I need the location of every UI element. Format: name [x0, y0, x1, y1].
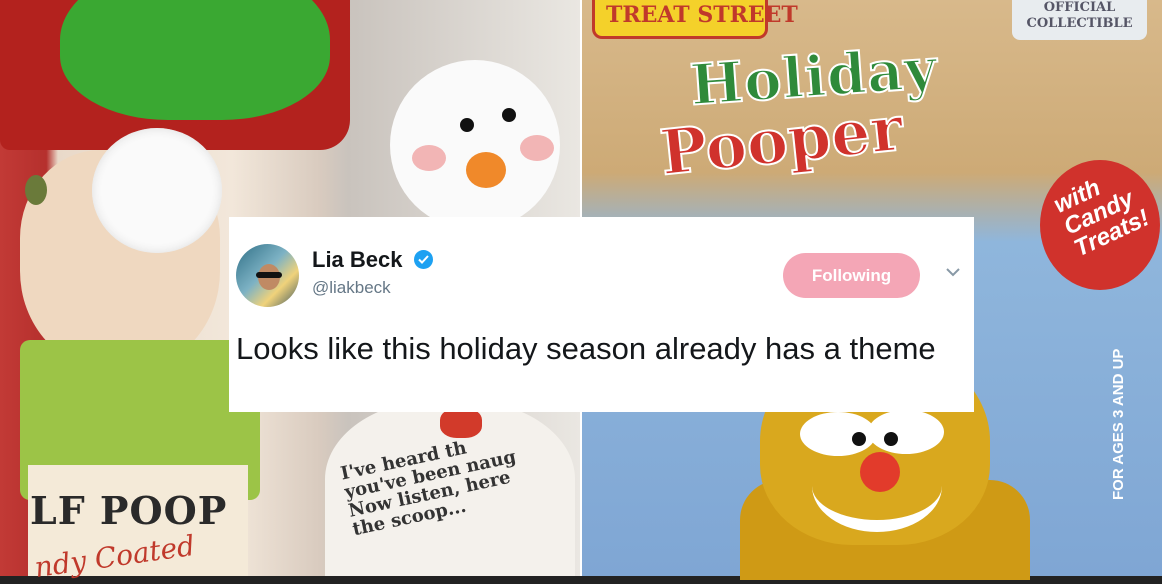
- avatar-sunglasses: [256, 272, 282, 278]
- snowman-heart: [440, 408, 482, 438]
- treat-street-brand: TREAT STREET: [606, 2, 798, 28]
- gingerbread-nose: [860, 452, 900, 492]
- elf-poop-title: LF POOP: [30, 488, 228, 533]
- following-button[interactable]: Following: [783, 253, 920, 298]
- user-display-name[interactable]: Lia Beck: [312, 247, 403, 273]
- avatar[interactable]: [236, 244, 299, 307]
- snowman-eye: [502, 108, 516, 122]
- tweet-card: Lia Beck @liakbeck Following Looks like …: [229, 217, 974, 412]
- snowman-cheek: [412, 145, 446, 171]
- collectible-text: OFFICIAL COLLECTIBLE: [1026, 0, 1133, 31]
- elf-eye: [25, 175, 47, 205]
- verified-badge-icon: [414, 250, 433, 269]
- tweet-text: Looks like this holiday season already h…: [236, 331, 936, 366]
- elf-hat: [60, 0, 330, 120]
- ages-warning-text: FOR AGES 3 AND UP: [1110, 348, 1127, 500]
- snowman-nose: [466, 152, 506, 188]
- elf-hat-pompom: [92, 128, 222, 253]
- snowman-eye: [460, 118, 474, 132]
- snowman-cheek: [520, 135, 554, 161]
- official-collectible-label: OFFICIAL COLLECTIBLE: [1012, 0, 1147, 40]
- user-handle[interactable]: @liakbeck: [312, 278, 391, 298]
- chevron-down-icon[interactable]: [943, 265, 963, 279]
